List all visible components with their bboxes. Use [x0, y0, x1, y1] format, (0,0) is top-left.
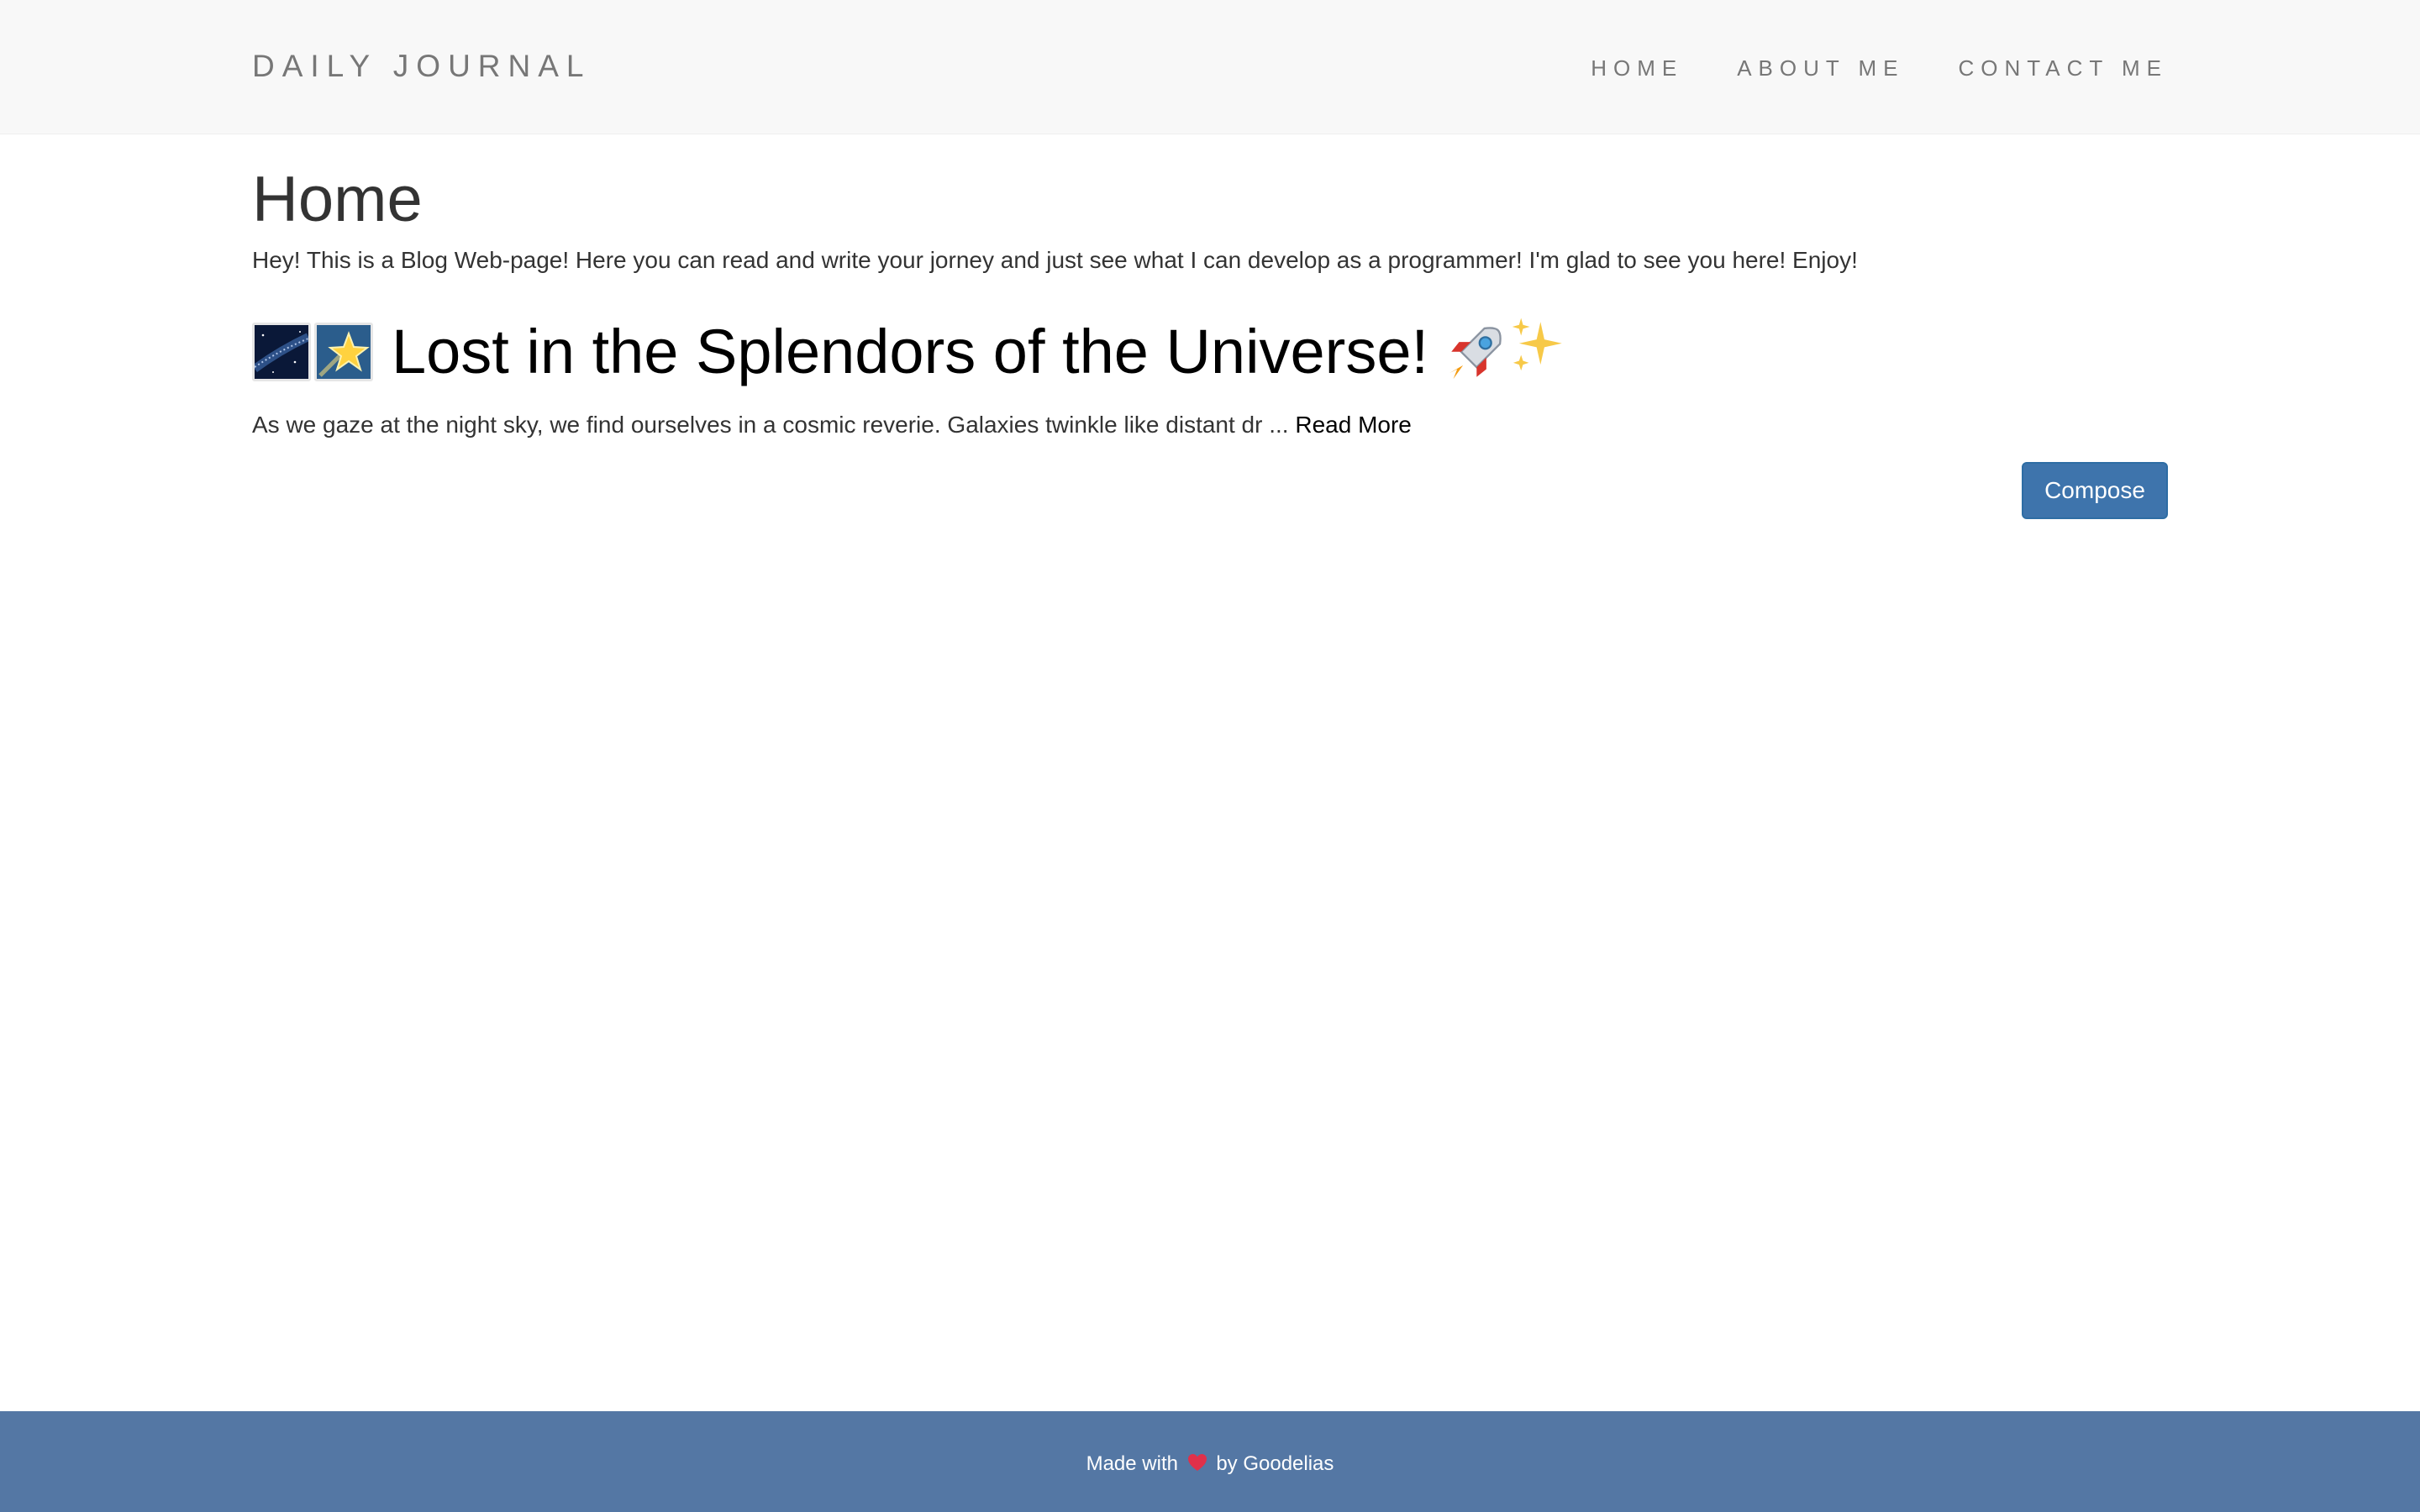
nav-link-about-me[interactable]: ABOUT ME — [1737, 55, 1904, 81]
post: Lost in the Splendors of the Universe! A… — [252, 314, 2168, 442]
post-title: Lost in the Splendors of the Universe! — [252, 314, 2168, 389]
intro-text: Hey! This is a Blog Web-page! Here you c… — [252, 246, 1858, 273]
footer-text-before: Made with — [1086, 1452, 1178, 1476]
nav-links: HOME ABOUT ME CONTACT ME — [1591, 55, 2168, 81]
compose-row: Compose — [252, 462, 2168, 520]
footer: Made with by Goodelias — [0, 1411, 2420, 1512]
milky-way-icon — [252, 323, 311, 382]
navbar: DAILY JOURNAL HOME ABOUT ME CONTACT ME — [0, 0, 2420, 134]
nav-item-contact: CONTACT ME — [1959, 55, 2168, 81]
post-excerpt-text: As we gaze at the night sky, we find our… — [252, 411, 1289, 438]
compose-button[interactable]: Compose — [2022, 462, 2168, 520]
nav-link-home[interactable]: HOME — [1591, 55, 1683, 81]
nav-link-contact-me[interactable]: CONTACT ME — [1959, 55, 2168, 81]
footer-text: Made with by Goodelias — [1086, 1452, 1334, 1477]
read-more-link[interactable]: Read More — [1295, 412, 1412, 438]
rocket-icon — [1444, 319, 1506, 386]
footer-text-after: by Goodelias — [1216, 1452, 1334, 1476]
sparkles-icon — [1507, 314, 1570, 389]
brand-link[interactable]: DAILY JOURNAL — [252, 49, 592, 84]
shooting-star-icon — [314, 323, 373, 382]
main-content: Home Hey! This is a Blog Web-page! Here … — [252, 134, 2168, 520]
heart-icon — [1187, 1453, 1207, 1478]
post-excerpt: As we gaze at the night sky, we find our… — [252, 408, 2168, 443]
post-title-text: Lost in the Splendors of the Universe! — [392, 317, 1429, 387]
nav-item-about: ABOUT ME — [1737, 55, 1904, 81]
page-title: Home — [252, 164, 423, 235]
nav-item-home: HOME — [1591, 55, 1683, 81]
